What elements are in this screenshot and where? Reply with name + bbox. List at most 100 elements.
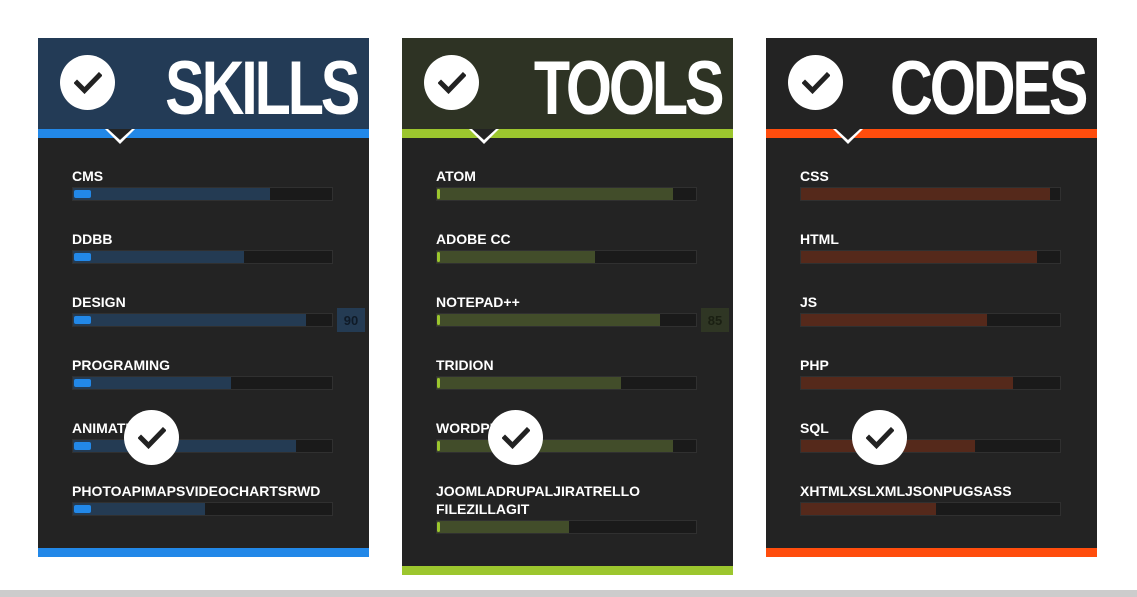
skill-bar-fill [437,188,673,200]
skills-footer-bar [38,548,369,557]
skill-bar-knob [74,316,91,324]
skill-bar-knob [437,522,440,532]
skill-bar-fill [73,440,296,452]
skill-bar-knob [74,505,91,513]
tools-skill-list: ATOM ADOBE CC NOTEPAD++ 85 TRIDION WORDPRESS J… [402,130,733,545]
codes-header: CODES [766,38,1097,130]
codes-card: CODES CSS HTML JS PHP SQL XHTMLXSLXMLJSONPUGSA… [766,38,1097,557]
skill-row: NOTEPAD++ 85 [402,293,733,356]
skill-bar-track: 85 [436,308,729,332]
skill-row: SQL [766,419,1097,482]
skill-bar-track [800,187,1061,201]
skill-label: SQL [800,420,829,436]
skill-label: NOTEPAD++ [436,294,520,310]
skill-bar-knob [74,379,91,387]
skill-label: TRIDION [436,357,494,373]
skill-label: PROGRAMING [72,357,170,373]
skill-label: ADOBE CC [436,231,511,247]
skill-label: DDBB [72,231,113,247]
skills-skill-list: CMS DDBB DESIGN 90 PROGRAMING ANIMATION PHOTOA… [38,130,369,545]
skill-row: HTML [766,230,1097,293]
skill-bar-knob [74,442,91,450]
tools-header: TOOLS [402,38,733,130]
skill-label: WORDPRESS [436,420,528,436]
codes-title: CODES [889,46,1088,131]
skill-bar-fill [801,251,1037,263]
skill-bar-fill [73,251,244,263]
skill-bar-track [800,502,1061,516]
skill-label: CSS [800,168,829,184]
skill-bar-fill [801,377,1014,389]
skill-bar-fill [437,314,660,326]
skill-bar-knob [74,190,91,198]
skill-bar-track: 90 [72,308,365,332]
skill-bar-fill [73,503,206,515]
skill-bar-knob [437,378,440,388]
skill-label: ATOM [436,168,476,184]
skill-label: PHOTOAPIMAPSVIDEOCHARTSRWD [72,483,321,499]
check-icon [788,55,843,110]
skill-bar-fill [437,377,621,389]
skill-bar-track [800,439,1061,453]
check-icon [424,55,479,110]
codes-skill-list: CSS HTML JS PHP SQL XHTMLXSLXMLJSONPUGSASS [766,130,1097,545]
skill-bar-track [436,376,697,390]
check-icon [488,410,543,465]
tools-title: TOOLS [533,46,724,131]
skill-bar-fill [801,188,1050,200]
skill-row: CSS [766,167,1097,230]
skill-bar-track [72,439,333,453]
skill-bar-track [72,187,333,201]
skill-row: PROGRAMING [38,356,369,419]
skills-title: SKILLS [164,46,360,131]
skill-bar-track [800,376,1061,390]
skill-label: DESIGN [72,294,126,310]
skill-bar-track [800,250,1061,264]
skill-bar-fill [801,503,936,515]
skill-label: ANIMATION [72,420,151,436]
skill-row: PHOTOAPIMAPSVIDEOCHARTSRWD [38,482,369,545]
skill-label: CMS [72,168,104,184]
skill-bar-track [436,187,697,201]
skill-bar-track [72,502,333,516]
skill-row: JS [766,293,1097,356]
skill-bar-fill [437,521,570,533]
skill-bar-track [72,250,333,264]
skill-value-badge: 90 [337,308,365,332]
skill-bar-fill [73,188,270,200]
skill-bar-track [436,439,697,453]
skill-value-badge: 85 [701,308,729,332]
skill-label: JOOMLADRUPALJIRATRELLO FILEZILLAGIT [436,483,641,517]
skill-row: DDBB [38,230,369,293]
check-icon [852,410,907,465]
skill-label: XHTMLXSLXMLJSONPUGSASS [800,483,1012,499]
skill-row: ANIMATION [38,419,369,482]
skill-label: JS [800,294,818,310]
skill-bar-track [72,376,333,390]
skills-header: SKILLS [38,38,369,130]
skill-row: PHP [766,356,1097,419]
skill-bar-knob [74,253,91,261]
check-icon [124,410,179,465]
skill-bar-knob [437,315,440,325]
skill-bar-fill [73,377,231,389]
skill-row: TRIDION [402,356,733,419]
skill-bar-fill [437,440,673,452]
codes-footer-bar [766,548,1097,557]
skills-card: SKILLS CMS DDBB DESIGN 90 PROGRAMING ANIMATION… [38,38,369,557]
skill-row: XHTMLXSLXMLJSONPUGSASS [766,482,1097,545]
skill-label: PHP [800,357,829,373]
bottom-divider [0,590,1137,597]
skill-bar-track [800,313,1061,327]
skill-row: ADOBE CC [402,230,733,293]
tools-footer-bar [402,566,733,575]
tools-card: TOOLS ATOM ADOBE CC NOTEPAD++ 85 TRIDION WORDP… [402,38,733,575]
skill-row: DESIGN 90 [38,293,369,356]
skill-row: JOOMLADRUPALJIRATRELLO FILEZILLAGIT [402,482,733,545]
skill-bar-track [436,520,697,534]
skill-bar-fill [801,314,988,326]
skill-bar-fill [73,314,307,326]
skill-row: WORDPRESS [402,419,733,482]
skill-bar-fill [437,251,595,263]
skill-label: HTML [800,231,839,247]
